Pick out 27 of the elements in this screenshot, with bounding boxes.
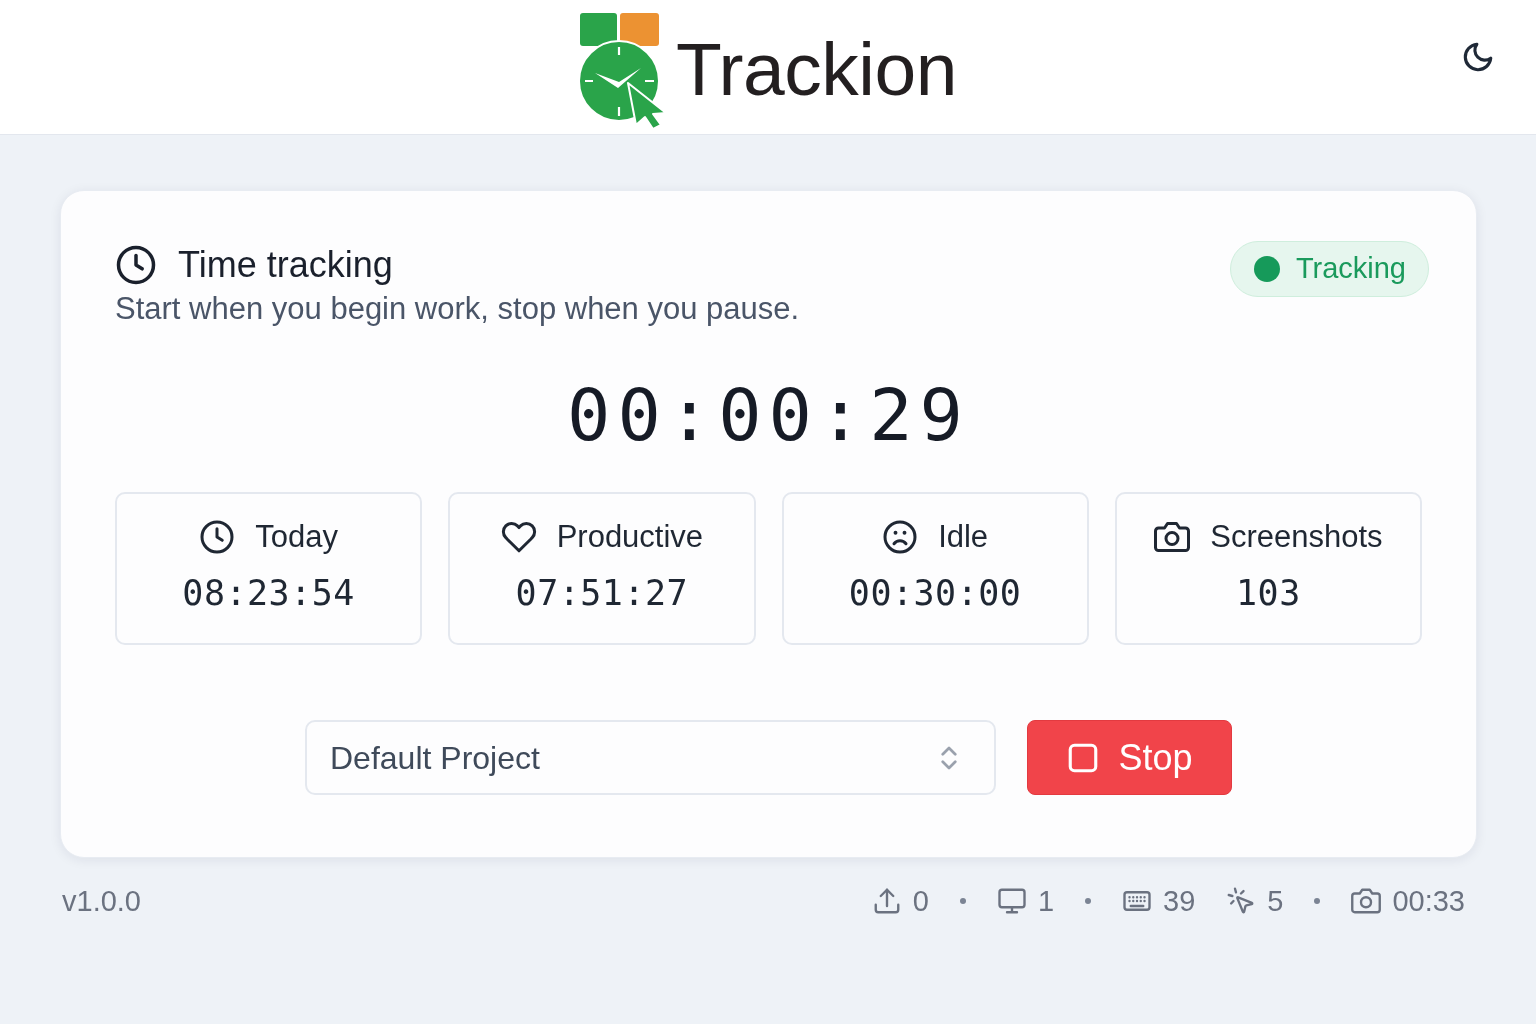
card-title: Time tracking <box>178 243 393 287</box>
stat-label: Today <box>255 518 338 557</box>
stop-button[interactable]: Stop <box>1027 720 1232 796</box>
version-label: v1.0.0 <box>62 884 141 920</box>
stat-count: 1 <box>1037 884 1054 920</box>
clock-icon <box>199 519 236 556</box>
logo-text: Trackion <box>676 32 957 107</box>
clock-icon <box>115 243 157 286</box>
card-subtitle: Start when you begin work, stop when you pause. <box>115 290 800 328</box>
stat-count: 0 <box>912 884 929 920</box>
stat-value: 07:51:27 <box>515 572 689 615</box>
elapsed-timer: 00:00:29 <box>567 373 970 458</box>
status-dot-icon <box>1253 256 1280 282</box>
stat-label: Idle <box>938 518 989 557</box>
stat-label: Screenshots <box>1210 518 1383 557</box>
status-label: Tracking <box>1295 251 1406 287</box>
moon-icon <box>1461 40 1495 74</box>
project-select[interactable]: Default Project <box>305 720 996 796</box>
stat-count: 00:33 <box>1392 884 1465 920</box>
stat-value: 103 <box>1236 572 1301 615</box>
theme-toggle-button[interactable] <box>1461 40 1495 74</box>
stat-count: 39 <box>1163 884 1196 920</box>
stat-label: Productive <box>556 518 704 557</box>
stat-value: 00:30:00 <box>848 572 1022 615</box>
stat-count: 5 <box>1267 884 1284 920</box>
stat-value: 08:23:54 <box>182 572 355 615</box>
sad-face-icon <box>882 519 919 556</box>
